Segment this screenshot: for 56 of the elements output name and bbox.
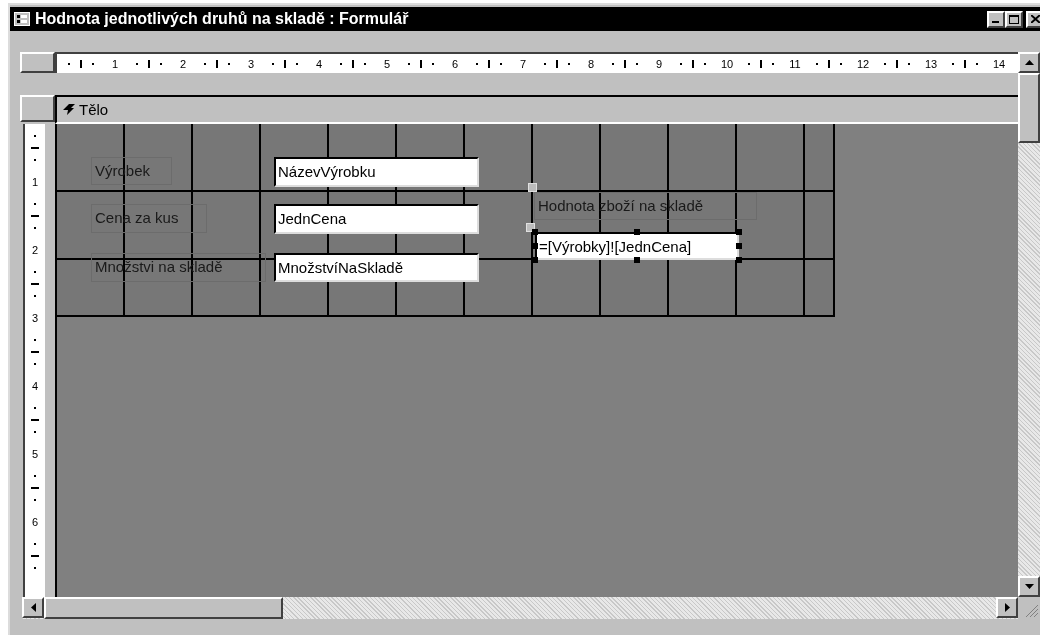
resize-handle[interactable] — [532, 229, 538, 235]
resize-handle[interactable] — [532, 257, 538, 263]
vertical-scrollbar[interactable] — [1018, 52, 1040, 597]
text-box[interactable]: JednCena — [274, 204, 479, 234]
ruler-number: 1 — [31, 175, 39, 190]
text-box[interactable]: NázevVýrobku — [274, 157, 479, 187]
ruler-number: 6 — [450, 57, 460, 70]
close-icon — [1030, 15, 1040, 23]
ruler-number: 7 — [518, 57, 528, 70]
maximize-icon — [1009, 14, 1019, 24]
section-title: Tělo — [79, 101, 109, 118]
ruler-number: 5 — [31, 447, 39, 462]
ruler-number: 5 — [382, 57, 392, 70]
resize-handle[interactable] — [634, 229, 640, 235]
section-arrow-icon — [63, 104, 75, 115]
form-selector[interactable] — [20, 52, 55, 73]
ruler-number: 1 — [110, 57, 120, 70]
close-button[interactable] — [1026, 10, 1040, 28]
resize-handle[interactable] — [736, 229, 742, 235]
right-arrow-icon — [1004, 603, 1010, 612]
ruler-number: 9 — [654, 57, 664, 70]
scroll-left-button[interactable] — [22, 597, 44, 618]
up-arrow-icon — [1024, 60, 1034, 65]
ruler-number: 6 — [31, 515, 39, 530]
ruler-number: 4 — [314, 57, 324, 70]
ruler-number: 3 — [246, 57, 256, 70]
window-title: Hodnota jednotlivých druhů na skladě : Formulář — [35, 10, 410, 28]
resize-handle[interactable] — [736, 257, 742, 263]
down-arrow-icon — [1024, 584, 1034, 589]
scroll-right-button[interactable] — [996, 597, 1018, 618]
ruler-number: 8 — [586, 57, 596, 70]
minimize-button[interactable] — [987, 10, 1005, 28]
horizontal-scrollbar[interactable] — [22, 597, 1018, 619]
ruler-number: 10 — [719, 57, 735, 70]
ruler-number: 14 — [991, 57, 1007, 70]
section-selector[interactable] — [20, 95, 55, 122]
ruler-number: 4 — [31, 379, 39, 394]
scroll-down-button[interactable] — [1018, 576, 1040, 597]
resize-handle[interactable] — [532, 243, 538, 249]
scroll-thumb[interactable] — [1018, 73, 1040, 143]
ruler-number: 11 — [788, 57, 802, 70]
text-box[interactable]: MnožstvíNaSkladě — [274, 253, 479, 282]
left-arrow-icon — [30, 603, 36, 612]
text-box[interactable]: =[Výrobky]![JednCena] — [535, 232, 739, 260]
form-icon — [14, 12, 30, 26]
ruler-number: 12 — [855, 57, 871, 70]
resize-handle[interactable] — [736, 243, 742, 249]
ruler-number: 13 — [923, 57, 939, 70]
resize-handle[interactable] — [634, 257, 640, 263]
scroll-up-button[interactable] — [1018, 52, 1040, 73]
ruler-number: 3 — [31, 311, 39, 326]
scroll-thumb[interactable] — [44, 597, 283, 619]
ruler-number: 2 — [178, 57, 188, 70]
ruler-number: 2 — [31, 243, 39, 258]
maximize-button[interactable] — [1005, 10, 1023, 28]
move-handle[interactable] — [528, 183, 537, 192]
